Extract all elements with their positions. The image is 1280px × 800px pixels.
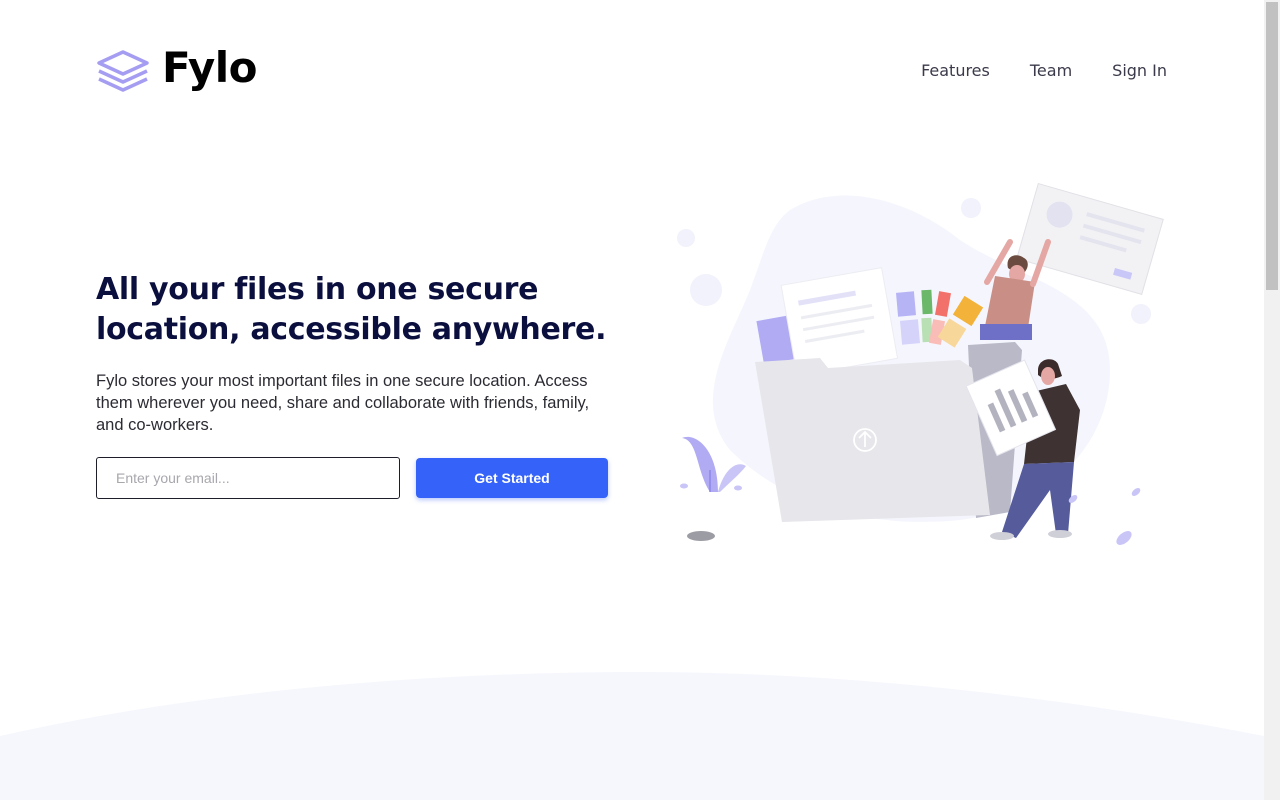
hero-illustration (677, 182, 1164, 545)
folder-front (755, 358, 990, 522)
email-input[interactable] (96, 457, 400, 499)
landing-page: Fylo Features Team Sign In All your file… (0, 0, 1280, 800)
rock (687, 531, 715, 541)
nav-features-link[interactable]: Features (921, 61, 990, 80)
hero-description: Fylo stores your most important files in… (96, 372, 590, 434)
main-nav: Features Team Sign In (921, 61, 1167, 80)
decorative-bubble (690, 274, 722, 306)
leaf (1116, 531, 1132, 545)
bottom-wave-section (0, 672, 1264, 800)
brand-name: Fylo (162, 43, 258, 92)
get-started-button[interactable]: Get Started (416, 458, 608, 498)
decorative-bubble (961, 198, 981, 218)
decorative-bubble (677, 229, 695, 247)
decorative-bubble (1131, 304, 1151, 324)
leaf (734, 485, 742, 491)
brand-logo[interactable]: Fylo (96, 42, 258, 98)
stacked-layers-icon (97, 50, 149, 92)
nav-sign-in-link[interactable]: Sign In (1112, 61, 1167, 80)
floating-document (1016, 182, 1164, 295)
hero-title: All your files in one secure location, a… (96, 272, 607, 347)
leaf (680, 483, 688, 489)
nav-team-link[interactable]: Team (1030, 61, 1072, 80)
vertical-scrollbar[interactable] (1264, 0, 1280, 800)
leaf (1131, 488, 1141, 496)
scrollbar-thumb[interactable] (1266, 2, 1278, 290)
